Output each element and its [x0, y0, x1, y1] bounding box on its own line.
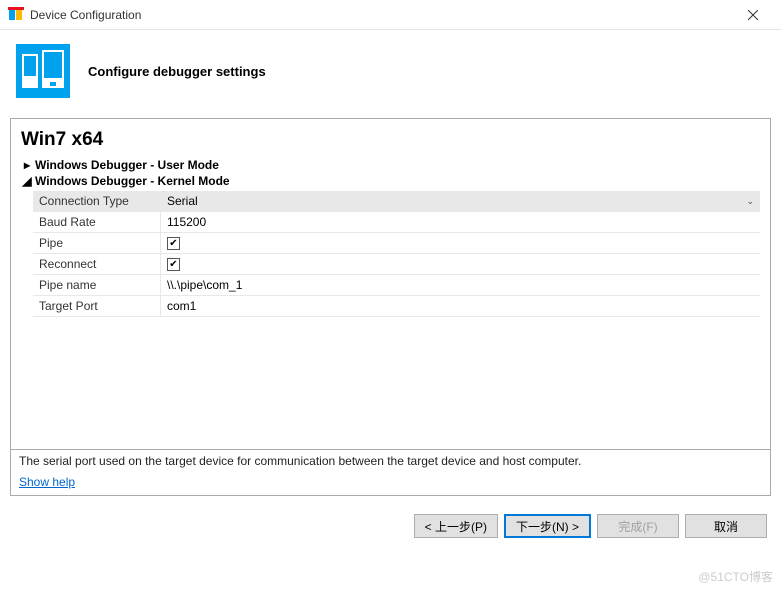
window-title: Device Configuration [30, 8, 733, 22]
row-pipe-name: Pipe name \\.\pipe\com_1 [33, 275, 760, 296]
header: Configure debugger settings [0, 30, 781, 118]
row-reconnect: Reconnect ✔ [33, 254, 760, 275]
section-label: Windows Debugger - User Mode [35, 158, 219, 172]
page-title: Configure debugger settings [88, 64, 266, 79]
titlebar: Device Configuration [0, 0, 781, 30]
description-text: The serial port used on the target devic… [11, 449, 770, 473]
close-icon [748, 10, 758, 20]
field-label: Pipe [33, 233, 161, 253]
row-target-port: Target Port com1 [33, 296, 760, 317]
field-label: Pipe name [33, 275, 161, 295]
chevron-down-icon: ⌄ [746, 196, 754, 207]
dropdown-value: Serial [167, 194, 198, 208]
field-label: Baud Rate [33, 212, 161, 232]
section-label: Windows Debugger - Kernel Mode [35, 174, 230, 188]
target-port-input[interactable]: com1 [161, 296, 760, 316]
prev-button[interactable]: < 上一步(P) [414, 514, 498, 538]
wizard-footer: < 上一步(P) 下一步(N) > 完成(F) 取消 [0, 496, 781, 538]
row-connection-type: Connection Type Serial ⌄ [33, 191, 760, 212]
chevron-right-icon: ▸ [21, 158, 33, 172]
property-grid: Connection Type Serial ⌄ Baud Rate 11520… [33, 191, 760, 317]
show-help-link[interactable]: Show help [11, 473, 770, 495]
chevron-down-icon: ◢ [21, 174, 33, 188]
connection-type-dropdown[interactable]: Serial ⌄ [161, 191, 760, 211]
config-panel: Win7 x64 ▸ Windows Debugger - User Mode … [10, 118, 771, 496]
reconnect-checkbox[interactable]: ✔ [167, 258, 180, 271]
pipe-name-input[interactable]: \\.\pipe\com_1 [161, 275, 760, 295]
field-label: Reconnect [33, 254, 161, 274]
app-icon [8, 7, 24, 23]
baud-rate-input[interactable]: 115200 [161, 212, 760, 232]
close-button[interactable] [733, 1, 773, 29]
pipe-checkbox[interactable]: ✔ [167, 237, 180, 250]
section-user-mode[interactable]: ▸ Windows Debugger - User Mode [11, 157, 770, 173]
field-label: Connection Type [33, 191, 161, 211]
next-button[interactable]: 下一步(N) > [504, 514, 591, 538]
section-kernel-mode[interactable]: ◢ Windows Debugger - Kernel Mode [11, 173, 770, 189]
row-baud-rate: Baud Rate 115200 [33, 212, 760, 233]
wizard-icon [16, 44, 70, 98]
row-pipe: Pipe ✔ [33, 233, 760, 254]
watermark: @51CTO博客 [698, 568, 773, 585]
cancel-button[interactable]: 取消 [685, 514, 767, 538]
finish-button: 完成(F) [597, 514, 679, 538]
device-name-heading: Win7 x64 [11, 119, 770, 157]
field-label: Target Port [33, 296, 161, 316]
